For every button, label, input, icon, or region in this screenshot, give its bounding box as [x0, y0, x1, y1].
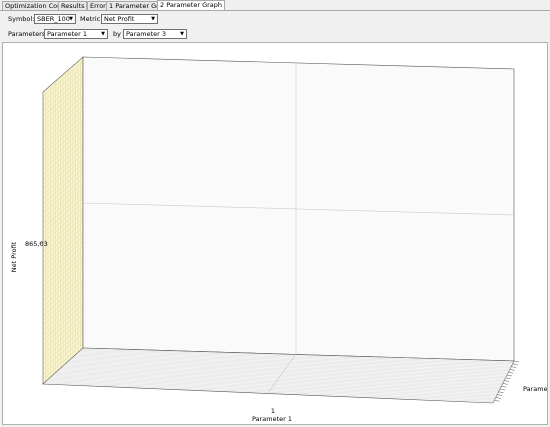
parameter2-select[interactable]: Parameter 3 ▼: [123, 29, 187, 39]
chart-3d-svg[interactable]: Net Profit 865,03 1 Parameter 1 Paramete: [3, 43, 550, 424]
x-tick-label: 1: [271, 407, 275, 415]
grid-line: [498, 391, 504, 394]
metric-select[interactable]: Net Profit ▼: [101, 14, 158, 24]
chevron-down-icon: ▼: [101, 31, 105, 37]
grid-line: [499, 388, 506, 391]
chevron-down-icon: ▼: [151, 16, 155, 22]
chevron-down-icon: ▼: [69, 16, 73, 22]
x-axis-label: Parameter 1: [252, 415, 292, 423]
grid-line: [501, 385, 507, 388]
parameter1-select-value: Parameter 1: [47, 30, 88, 38]
tab-results[interactable]: Results: [58, 1, 88, 10]
symbol-select-value: SBER_100: [37, 15, 70, 23]
z-tick-label: 865,03: [25, 240, 48, 248]
chevron-down-icon: ▼: [180, 31, 184, 37]
symbol-select[interactable]: SBER_100 ▼: [34, 14, 76, 24]
grid-line: [502, 383, 508, 385]
chart-area[interactable]: Net Profit 865,03 1 Parameter 1 Paramete: [2, 42, 550, 425]
symbol-label: Symbol:: [8, 15, 35, 23]
parameter1-select[interactable]: Parameter 1 ▼: [44, 29, 108, 39]
grid-line: [506, 374, 513, 377]
grid-line: [513, 360, 520, 363]
grid-line: [511, 366, 517, 368]
grid-line: [508, 371, 514, 374]
by-label: by: [113, 30, 121, 38]
grid-line: [505, 377, 511, 380]
z-axis-label: Net Profit: [10, 241, 18, 272]
grid-line: [509, 369, 515, 371]
grid-line: [494, 399, 500, 402]
grid-line: [495, 397, 501, 399]
grid-line: [504, 380, 510, 382]
grid-line: [512, 363, 518, 366]
parameters-label: Parameters:: [8, 30, 48, 38]
grid-line: [497, 394, 503, 396]
metric-label: Metric:: [80, 15, 103, 23]
parameter2-select-value: Parameter 3: [126, 30, 167, 38]
y-axis-label: Paramete: [523, 385, 547, 393]
metric-select-value: Net Profit: [104, 15, 135, 23]
